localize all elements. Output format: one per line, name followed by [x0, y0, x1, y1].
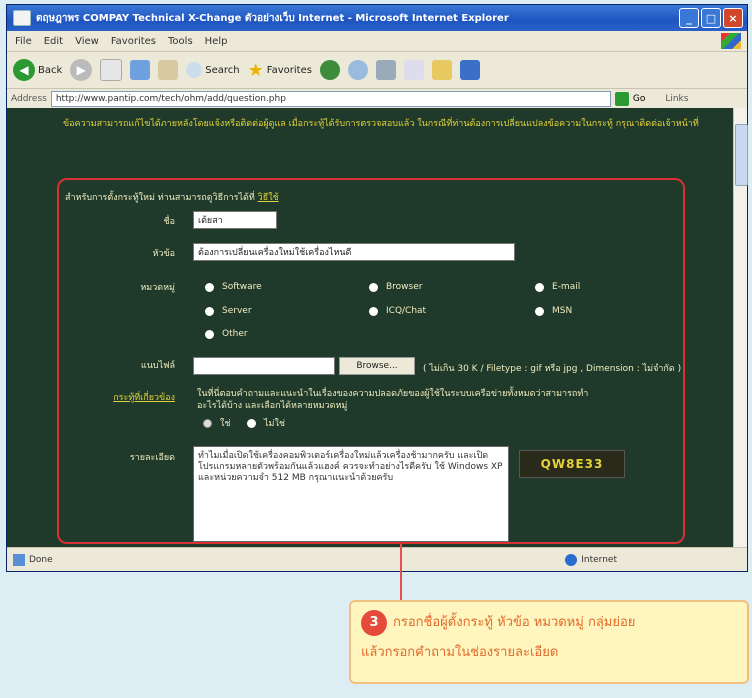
tags-link[interactable]: กระทู้ที่เกี่ยวข้อง: [95, 390, 175, 404]
mail-icon[interactable]: [375, 60, 396, 80]
menu-bar: File Edit View Favorites Tools Help: [7, 31, 747, 52]
ie-icon: [13, 10, 31, 26]
address-input[interactable]: http://www.pantip.com/tech/ohm/add/quest…: [50, 91, 611, 107]
address-label: Address: [11, 94, 47, 104]
messenger-icon[interactable]: [459, 60, 480, 80]
window-title: ตฤษฎาพร COMPAY Technical X-Change ตัวอย่…: [36, 12, 509, 24]
title-bar: ตฤษฎาพร COMPAY Technical X-Change ตัวอย่…: [7, 5, 747, 31]
go-icon[interactable]: [614, 92, 629, 106]
globe-icon: [565, 553, 578, 566]
yes-radio[interactable]: ใช่: [203, 416, 231, 430]
back-button[interactable]: ◀ Back: [13, 59, 62, 81]
menu-help[interactable]: Help: [205, 36, 228, 47]
vertical-scrollbar[interactable]: [733, 108, 748, 548]
favorites-button[interactable]: ★ Favorites: [248, 60, 312, 81]
callout-leader-line: [400, 544, 402, 604]
info-line: สำหรับการตั้งกระทู้ใหม่ ท่านสามารถดูวิธี…: [65, 193, 279, 203]
radio-icon: [369, 306, 378, 316]
category-server[interactable]: Server: [205, 306, 252, 316]
radio-icon: [535, 306, 544, 316]
links-button[interactable]: Links: [665, 94, 688, 104]
maximize-button[interactable]: □: [701, 8, 721, 28]
category-icq-chat[interactable]: ICQ/Chat: [369, 306, 426, 316]
menu-view[interactable]: View: [75, 36, 99, 47]
search-icon: [186, 62, 203, 78]
page-icon: [13, 553, 25, 566]
attach-label: แนบไฟล์: [140, 361, 175, 371]
star-icon: ★: [247, 59, 264, 81]
page-content: ข้อความสามารถแก้ไขได้ภายหลังโดยแจ้งหรือต…: [7, 108, 733, 548]
minimize-button[interactable]: _: [679, 8, 699, 28]
folder-icon[interactable]: [431, 60, 452, 80]
search-button[interactable]: Search: [186, 62, 240, 78]
home-icon[interactable]: [158, 60, 179, 80]
detail-textarea[interactable]: ทำไมเมื่อเปิดใช้เครื่องคอมพิวเตอร์เครื่อ…: [193, 446, 509, 542]
close-button[interactable]: ×: [723, 8, 743, 28]
forward-button[interactable]: ▶: [70, 59, 93, 81]
address-bar: Address http://www.pantip.com/tech/ohm/a…: [7, 89, 747, 110]
attach-input[interactable]: [193, 357, 335, 375]
radio-icon: [203, 418, 212, 428]
toolbar: ◀ Back ▶ Search ★ Favorites: [7, 52, 747, 89]
radio-icon: [535, 282, 544, 292]
help-link[interactable]: วิธีใช้: [258, 193, 279, 203]
scroll-thumb[interactable]: [735, 124, 748, 186]
windows-logo-icon: [721, 33, 741, 49]
category-browser[interactable]: Browser: [369, 282, 422, 292]
radio-icon: [369, 282, 378, 292]
category-other[interactable]: Other: [205, 329, 248, 339]
step-callout: 3 กรอกชื่อผู้ตั้งกระทู้ หัวข้อ หมวดหมู่ ก…: [349, 600, 749, 684]
stop-icon[interactable]: [100, 59, 123, 81]
radio-selected-icon: [247, 418, 256, 428]
menu-edit[interactable]: Edit: [44, 36, 63, 47]
back-arrow-icon: ◀: [13, 59, 35, 81]
name-label: ชื่อ: [163, 217, 175, 227]
print-icon[interactable]: [403, 60, 424, 80]
captcha-image: QW8E33: [519, 450, 625, 478]
step-number: 3: [361, 609, 387, 636]
history-icon[interactable]: [347, 60, 368, 80]
detail-label: รายละเอียด: [129, 453, 175, 463]
browser-window: ตฤษฎาพร COMPAY Technical X-Change ตัวอย่…: [6, 4, 748, 572]
radio-icon: [205, 329, 214, 339]
callout-line-2: แล้วกรอกคำถามในช่องรายละเอียด: [361, 645, 559, 660]
refresh-icon[interactable]: [130, 60, 151, 80]
status-bar: Done Internet: [7, 547, 747, 571]
browse-button[interactable]: Browse...: [339, 357, 415, 375]
category-msn[interactable]: MSN: [535, 306, 572, 316]
attach-note: ( ไม่เกิน 30 K / Filetype : gif หรือ jpg…: [423, 364, 682, 374]
go-button[interactable]: Go: [633, 94, 645, 104]
menu-tools[interactable]: Tools: [168, 36, 193, 47]
category-email[interactable]: E-mail: [535, 282, 580, 292]
radio-icon: [205, 282, 214, 292]
subject-input[interactable]: ต้องการเปลี่ยนเครื่องใหม่ใช้เครื่องไหนดี: [193, 243, 515, 261]
menu-file[interactable]: File: [15, 36, 32, 47]
category-label: หมวดหมู่: [140, 283, 175, 293]
name-input[interactable]: เต้ยสา: [193, 211, 277, 229]
security-zone: Internet: [565, 553, 617, 566]
subject-label: หัวข้อ: [152, 249, 175, 259]
media-icon[interactable]: [319, 60, 340, 80]
radio-icon: [205, 306, 214, 316]
callout-line-1: กรอกชื่อผู้ตั้งกระทู้ หัวข้อ หมวดหมู่ กล…: [393, 615, 636, 630]
menu-favorites[interactable]: Favorites: [111, 36, 156, 47]
top-note: ข้อความสามารถแก้ไขได้ภายหลังโดยแจ้งหรือต…: [63, 119, 699, 129]
no-radio[interactable]: ไม่ใช่: [247, 416, 285, 430]
tags-text: ในที่นี่ตอบคำถามและแนะนำในเรื่องของความป…: [197, 389, 589, 411]
category-software[interactable]: Software: [205, 282, 262, 292]
status-text: Done: [29, 554, 53, 565]
